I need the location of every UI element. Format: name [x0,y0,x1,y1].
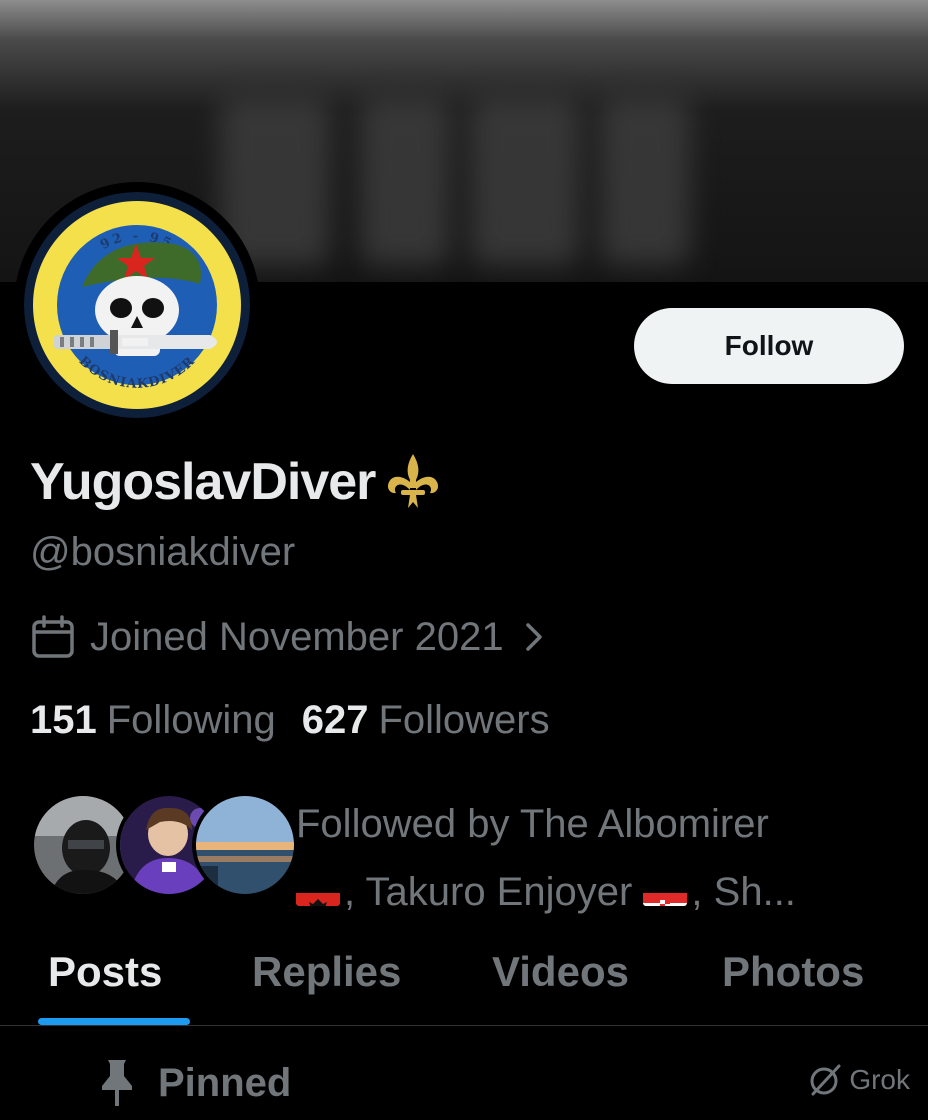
pin-icon [102,1060,132,1106]
followers-link[interactable]: 627 Followers [302,698,550,743]
display-name: YugoslavDiver [30,450,445,514]
tab-replies[interactable]: Replies [252,948,401,996]
pinned-label: Pinned [158,1060,292,1105]
fleur-de-lis-icon [388,454,439,508]
grok-icon [810,1064,841,1096]
active-tab-indicator [38,1018,190,1025]
calendar-icon [32,615,74,658]
following-label: Following [106,698,276,742]
follow-button[interactable]: Follow [634,308,904,384]
following-count: 151 [30,698,97,742]
pinned-header: Pinned [100,1058,291,1108]
joined-text: Joined November 2021 [90,614,504,659]
tab-posts[interactable]: Posts [48,948,162,996]
following-link[interactable]: 151 Following [30,698,276,743]
followed-by-suffix: , Sh... [691,870,796,914]
followers-count: 627 [301,698,369,742]
joined-date[interactable]: Joined November 2021 [30,612,544,662]
follow-stats: 151 Following 627 Followers [30,698,550,743]
followers-label: Followers [378,698,550,742]
tab-photos[interactable]: Photos [722,948,864,996]
avatar[interactable]: 92 - 95 BOSNIAKDIVER [24,192,250,418]
handle: @bosniakdiver [30,530,296,574]
grok-button[interactable]: Grok [807,1062,910,1098]
followed-by-text: Followed by The Albomirer , Takuro Enjoy… [296,790,896,926]
followed-by-name2: , Takuro Enjoyer [344,870,644,914]
albania-flag-icon [296,876,340,907]
display-name-text: YugoslavDiver [30,453,376,511]
chevron-right-icon [525,623,542,651]
croatia-flag-icon [643,876,688,907]
follower-avatar-3 [192,792,298,898]
followed-by-line1: Followed by The Albomirer [296,802,769,846]
grok-label: Grok [849,1064,910,1095]
profile-tabs: Posts Replies Videos Photos [0,940,928,1026]
tab-videos[interactable]: Videos [492,948,629,996]
followed-by[interactable]: Followed by The Albomirer , Takuro Enjoy… [30,790,910,914]
